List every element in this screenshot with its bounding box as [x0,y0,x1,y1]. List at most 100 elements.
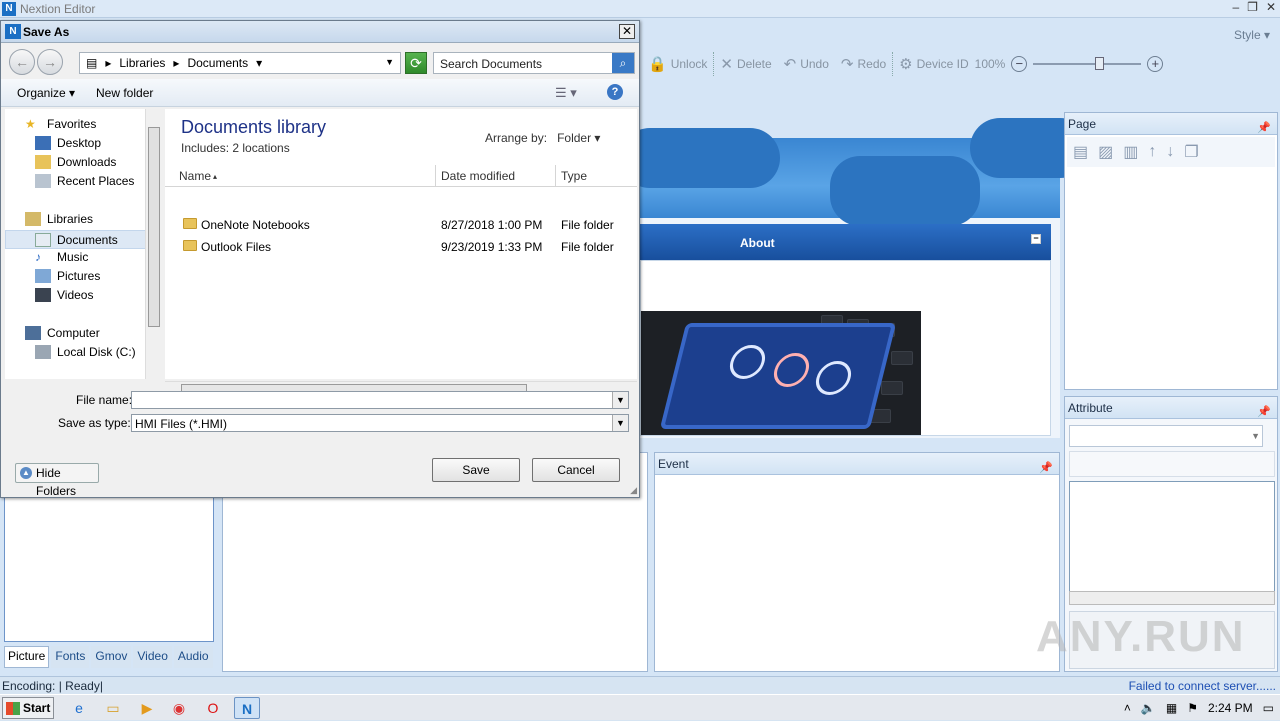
nav-documents[interactable]: Documents [5,230,147,249]
nav-libraries[interactable]: Libraries [25,212,93,226]
style-label: Style [1233,28,1261,42]
explorer-icon[interactable]: ▭ [100,697,126,719]
opera-icon[interactable]: O [200,697,226,719]
breadcrumb-documents[interactable]: Documents [187,56,248,70]
column-name[interactable]: Name [179,169,211,183]
address-bar[interactable]: ▤ ▸ Libraries ▸ Documents ▾ ▼ [79,52,401,74]
forward-button[interactable]: → [37,49,63,75]
column-divider[interactable] [435,165,436,187]
arrange-by-dropdown[interactable]: Folder [557,131,591,145]
desktop-icon [35,136,51,150]
minimize-icon[interactable]: − [1031,234,1041,244]
chevron-down-icon[interactable]: ▼ [385,57,394,67]
save-type-select[interactable]: HMI Files (*.HMI) ▼ [131,414,629,432]
tab-audio[interactable]: Audio [173,646,213,668]
column-date-modified[interactable]: Date modified [441,169,515,183]
breadcrumb-libraries[interactable]: Libraries [119,56,165,70]
nav-videos[interactable]: Videos [35,288,93,302]
zoom-slider[interactable] [1033,57,1142,70]
decor-shape [620,128,780,188]
save-button[interactable]: Save [432,458,520,482]
nav-computer[interactable]: Computer [25,326,100,340]
move-down-icon[interactable]: ↓ [1166,143,1174,161]
search-icon[interactable]: ⌕ [612,53,634,73]
nav-favorites[interactable]: ★ Favorites [25,117,96,131]
clock[interactable]: 2:24 PM [1208,701,1253,715]
column-type[interactable]: Type [561,169,587,183]
delete-page-icon[interactable]: ▨ [1098,142,1113,162]
nextion-taskbar-icon[interactable]: N [234,697,260,719]
undo-button[interactable]: ↶ Undo [778,55,835,73]
libraries-icon [25,212,41,226]
delete-button[interactable]: ✕ Delete [714,55,777,73]
nav-music[interactable]: ♪ Music [35,250,88,264]
view-options-icon[interactable]: ☰ ▾ [555,85,577,101]
pin-icon[interactable]: 📌 [1257,401,1271,423]
network-icon[interactable]: ▦ [1166,701,1177,715]
ie-icon[interactable]: e [66,697,92,719]
redo-button[interactable]: ↷ Redo [835,55,892,73]
library-subtitle[interactable]: Includes: 2 locations [181,141,290,155]
volume-icon[interactable]: 🔈 [1141,701,1156,715]
tray-expand-icon[interactable]: ˄ [1124,701,1131,715]
move-up-icon[interactable]: ↑ [1148,143,1156,161]
chrome-icon[interactable]: ◉ [166,697,192,719]
back-button[interactable]: ← [9,49,35,75]
help-icon[interactable]: ? [607,84,623,100]
resize-grip-icon[interactable]: ◢ [630,485,637,496]
nav-pictures[interactable]: Pictures [35,269,100,283]
search-input[interactable]: Search Documents ⌕ [433,52,635,74]
zoom-slider-thumb[interactable] [1095,57,1105,70]
nav-recent-places[interactable]: Recent Places [35,174,134,188]
minimize-button[interactable]: – [1232,0,1239,18]
close-button[interactable]: ✕ [1266,0,1276,18]
flag-icon[interactable]: ⚑ [1187,701,1198,715]
show-desktop-icon[interactable]: ▭ [1263,701,1274,715]
copy-page-icon[interactable]: ❐ [1184,142,1198,162]
lcd-screen [659,323,897,429]
pin-icon[interactable]: 📌 [1039,457,1053,479]
zoom-in-button[interactable]: + [1147,56,1164,72]
insert-page-icon[interactable]: ▥ [1123,142,1138,162]
navigation-scrollbar[interactable] [145,109,161,379]
cancel-button[interactable]: Cancel [532,458,620,482]
nav-desktop[interactable]: Desktop [35,136,101,150]
attribute-grid[interactable] [1069,481,1275,603]
organize-button[interactable]: Organize ▾ [17,86,75,100]
file-date: 8/27/2018 1:00 PM [441,218,543,232]
device-id-button[interactable]: ⚙ Device ID [893,55,974,73]
pin-icon[interactable]: 📌 [1257,117,1271,139]
file-row[interactable]: Outlook Files 9/23/2019 1:33 PM File fol… [165,237,637,257]
scrollbar-thumb[interactable] [148,127,160,327]
style-menu[interactable]: Style ▾ [1234,28,1270,42]
chevron-down-icon[interactable]: ▼ [612,415,628,431]
column-divider[interactable] [555,165,556,187]
file-name-field[interactable]: ▼ [131,391,629,409]
tab-picture[interactable]: Picture [4,646,50,668]
start-button[interactable]: Start [2,697,54,719]
chevron-down-icon[interactable]: ▼ [612,392,628,408]
hide-folders-button[interactable]: ▲ Hide Folders [15,463,99,498]
app-title: Nextion Editor [20,2,96,16]
dialog-close-button[interactable]: ✕ [619,24,635,39]
zoom-level: 100% [974,57,1006,71]
nav-downloads[interactable]: Downloads [35,155,116,169]
add-page-icon[interactable]: ▤ [1073,142,1088,162]
refresh-button[interactable]: ⟳ [405,52,427,74]
maximize-button[interactable]: ❐ [1247,0,1258,18]
media-player-icon[interactable]: ▶ [134,697,160,719]
new-folder-button[interactable]: New folder [96,86,153,100]
nav-local-disk[interactable]: Local Disk (C:) [35,345,136,359]
file-row[interactable]: OneNote Notebooks 8/27/2018 1:00 PM File… [165,215,637,235]
resource-panel [4,496,214,642]
attribute-hscroll[interactable] [1069,591,1275,605]
attribute-component-select[interactable]: ▼ [1069,425,1263,447]
tab-gmov[interactable]: Gmov [91,646,132,668]
tab-video[interactable]: Video [133,646,172,668]
unlock-button[interactable]: 🔒 Unlock [642,55,713,73]
folder-icon: ▤ [86,56,98,70]
nav-libraries-label: Libraries [47,212,94,226]
tab-fonts[interactable]: Fonts [51,646,90,668]
design-canvas[interactable]: About − [620,118,1090,438]
zoom-out-button[interactable]: − [1011,56,1028,72]
